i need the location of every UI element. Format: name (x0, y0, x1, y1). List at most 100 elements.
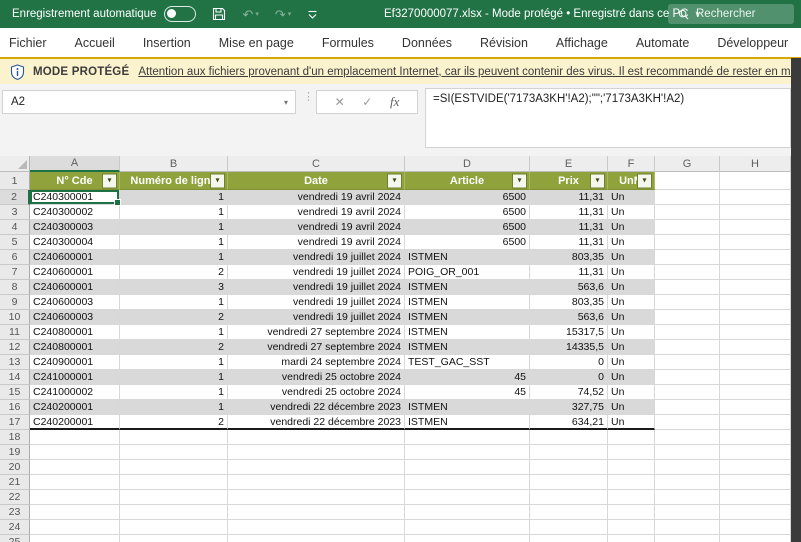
column-header-B[interactable]: B (120, 156, 228, 172)
redo-dropdown-icon[interactable]: ▾ (288, 10, 292, 18)
cell-E14[interactable]: 0 (530, 370, 608, 385)
cell-H23[interactable] (720, 505, 791, 520)
cell-F16[interactable]: Un (608, 400, 655, 415)
row-header-12[interactable]: 12 (0, 340, 30, 355)
cell-E22[interactable] (530, 490, 608, 505)
cell-C16[interactable]: vendredi 22 décembre 2023 (228, 400, 405, 415)
cell-A13[interactable]: C240900001 (30, 355, 120, 370)
cell-A19[interactable] (30, 445, 120, 460)
cell-E17[interactable]: 634,21 (530, 415, 608, 430)
cell-F17[interactable]: Un (608, 415, 655, 430)
cell-H24[interactable] (720, 520, 791, 535)
cell-A6[interactable]: C240600001 (30, 250, 120, 265)
cell-B2[interactable]: 1 (120, 190, 228, 205)
cell-C23[interactable] (228, 505, 405, 520)
cell-B21[interactable] (120, 475, 228, 490)
table-header-B[interactable]: Numéro de ligne▾ (120, 172, 228, 190)
cell-B11[interactable]: 1 (120, 325, 228, 340)
cell-C5[interactable]: vendredi 19 avril 2024 (228, 235, 405, 250)
filter-button-E[interactable]: ▾ (590, 173, 605, 188)
cell-D20[interactable] (405, 460, 530, 475)
cell-H2[interactable] (720, 190, 791, 205)
column-header-H[interactable]: H (720, 156, 791, 172)
cell-D13[interactable]: TEST_GAC_SST (405, 355, 530, 370)
cell-C7[interactable]: vendredi 19 juillet 2024 (228, 265, 405, 280)
cell-G19[interactable] (655, 445, 720, 460)
cell-A17[interactable]: C240200001 (30, 415, 120, 430)
cell-B3[interactable]: 1 (120, 205, 228, 220)
cell-B7[interactable]: 2 (120, 265, 228, 280)
cell-B16[interactable]: 1 (120, 400, 228, 415)
cell-F21[interactable] (608, 475, 655, 490)
cell-B22[interactable] (120, 490, 228, 505)
cell-B5[interactable]: 1 (120, 235, 228, 250)
cell-F25[interactable] (608, 535, 655, 542)
cell-H3[interactable] (720, 205, 791, 220)
protected-mode-message-link[interactable]: Attention aux fichiers provenant d'un em… (138, 66, 801, 78)
cell-A15[interactable]: C241000002 (30, 385, 120, 400)
row-header-13[interactable]: 13 (0, 355, 30, 370)
cell-D6[interactable]: ISTMEN (405, 250, 530, 265)
cell-E24[interactable] (530, 520, 608, 535)
row-header-2[interactable]: 2 (0, 190, 30, 205)
search-input[interactable]: Rechercher (668, 4, 794, 24)
redo-icon[interactable]: ↷▾ (275, 8, 291, 21)
cell-C11[interactable]: vendredi 27 septembre 2024 (228, 325, 405, 340)
undo-dropdown-icon[interactable]: ▾ (255, 10, 259, 18)
cell-E8[interactable]: 563,6 (530, 280, 608, 295)
cell-F24[interactable] (608, 520, 655, 535)
cell-C14[interactable]: vendredi 25 octobre 2024 (228, 370, 405, 385)
cell-A11[interactable]: C240800001 (30, 325, 120, 340)
cell-F9[interactable]: Un (608, 295, 655, 310)
row-header-1[interactable]: 1 (0, 172, 30, 190)
cell-B4[interactable]: 1 (120, 220, 228, 235)
cell-G15[interactable] (655, 385, 720, 400)
cell-F3[interactable]: Un (608, 205, 655, 220)
cell-C24[interactable] (228, 520, 405, 535)
tab-révision[interactable]: Révision (466, 36, 542, 50)
row-header-9[interactable]: 9 (0, 295, 30, 310)
cell-D17[interactable]: ISTMEN (405, 415, 530, 430)
cell-A20[interactable] (30, 460, 120, 475)
cell-E18[interactable] (530, 430, 608, 445)
tab-automate[interactable]: Automate (622, 36, 704, 50)
cell-A8[interactable]: C240600001 (30, 280, 120, 295)
row-header-16[interactable]: 16 (0, 400, 30, 415)
cell-H11[interactable] (720, 325, 791, 340)
cell-F2[interactable]: Un (608, 190, 655, 205)
filter-button-C[interactable]: ▾ (387, 173, 402, 188)
cell-B18[interactable] (120, 430, 228, 445)
cell-D2[interactable]: 6500 (405, 190, 530, 205)
cancel-entry-icon[interactable]: ✕ (335, 95, 345, 109)
cell-D4[interactable]: 6500 (405, 220, 530, 235)
tab-formules[interactable]: Formules (308, 36, 388, 50)
cell-D8[interactable]: ISTMEN (405, 280, 530, 295)
cell-A5[interactable]: C240300004 (30, 235, 120, 250)
row-header-5[interactable]: 5 (0, 235, 30, 250)
cell-G24[interactable] (655, 520, 720, 535)
cell-F19[interactable] (608, 445, 655, 460)
cell-C10[interactable]: vendredi 19 juillet 2024 (228, 310, 405, 325)
cell-H16[interactable] (720, 400, 791, 415)
cell-H22[interactable] (720, 490, 791, 505)
save-icon[interactable] (212, 7, 226, 21)
column-header-E[interactable]: E (530, 156, 608, 172)
cell-G5[interactable] (655, 235, 720, 250)
row-header-21[interactable]: 21 (0, 475, 30, 490)
cell-C22[interactable] (228, 490, 405, 505)
cell-G10[interactable] (655, 310, 720, 325)
cell-F7[interactable]: Un (608, 265, 655, 280)
cell-A16[interactable]: C240200001 (30, 400, 120, 415)
cell-D22[interactable] (405, 490, 530, 505)
cell-C2[interactable]: vendredi 19 avril 2024 (228, 190, 405, 205)
tab-fichier[interactable]: Fichier (0, 36, 61, 50)
cell-A3[interactable]: C240300002 (30, 205, 120, 220)
tab-accueil[interactable]: Accueil (61, 36, 129, 50)
cell-E3[interactable]: 11,31 (530, 205, 608, 220)
cell-B24[interactable] (120, 520, 228, 535)
table-header-A[interactable]: N° Cde▾ (30, 172, 120, 190)
tab-affichage[interactable]: Affichage (542, 36, 622, 50)
cell-C18[interactable] (228, 430, 405, 445)
cell-E13[interactable]: 0 (530, 355, 608, 370)
cell-C25[interactable] (228, 535, 405, 542)
